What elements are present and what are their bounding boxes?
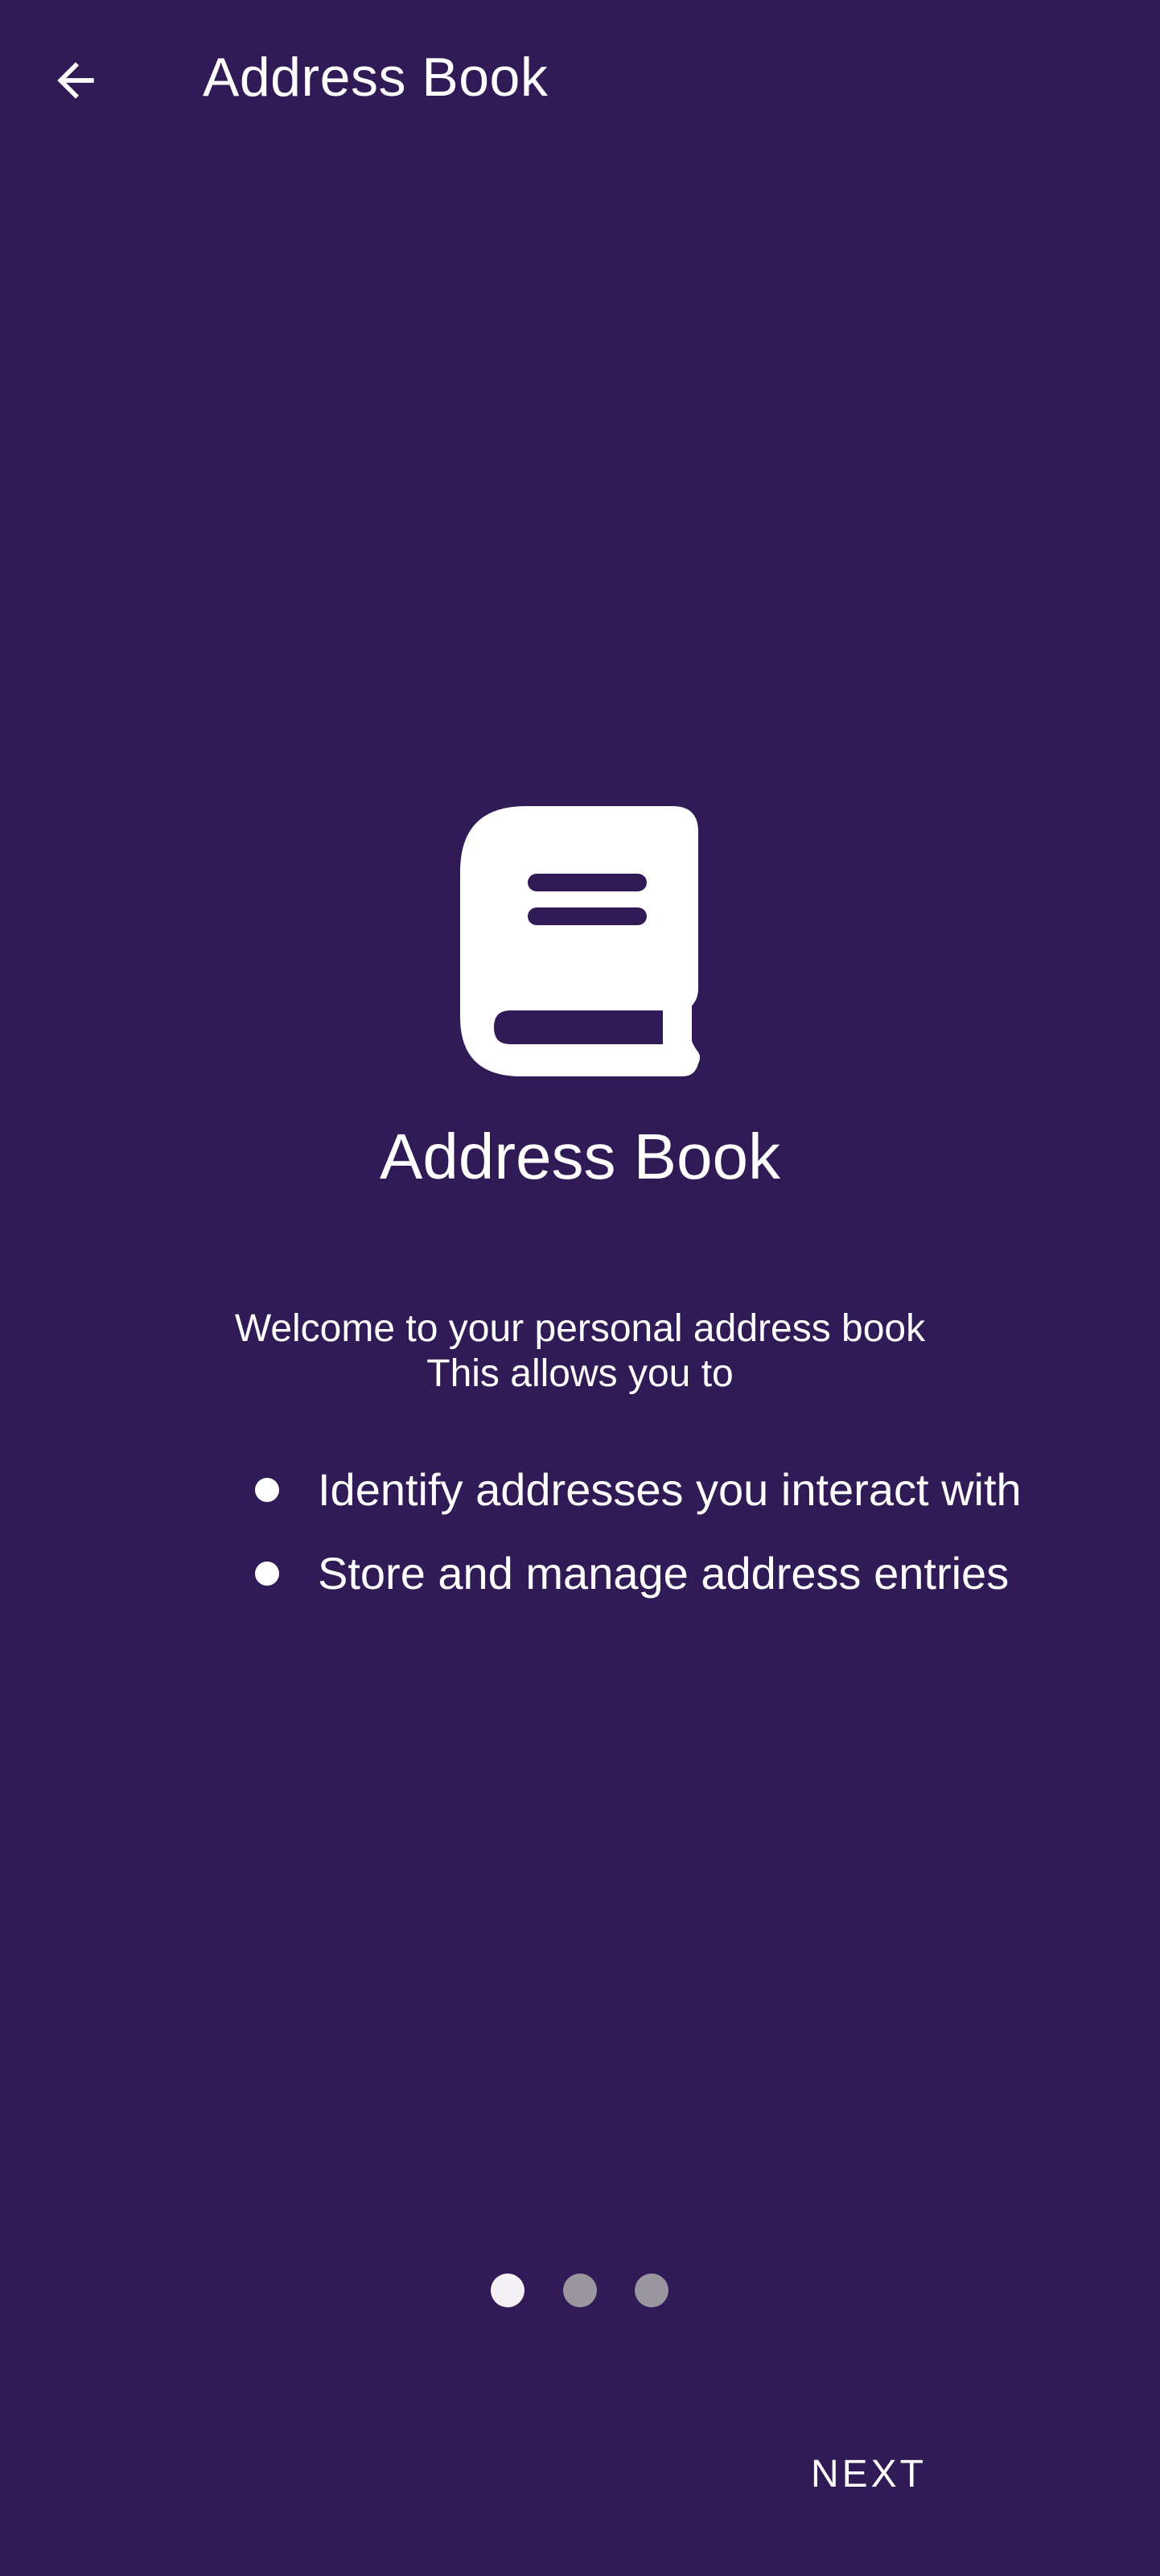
feature-text: Identify addresses you interact with — [318, 1464, 1022, 1515]
welcome-line-2: This allows you to — [426, 1352, 734, 1395]
welcome-text: Welcome to your personal address book Th… — [0, 1307, 1160, 1397]
book-icon — [460, 806, 700, 1076]
page-indicator — [0, 2274, 1160, 2309]
welcome-line-1: Welcome to your personal address book — [234, 1307, 926, 1350]
bullet-icon — [255, 1478, 279, 1502]
onboarding-screen: Address Book Address Book Welcome to you… — [0, 0, 1160, 2576]
feature-item: Store and manage address entries — [249, 1532, 1134, 1615]
back-button[interactable] — [42, 47, 109, 114]
page-dot-1[interactable] — [491, 2274, 524, 2307]
next-button[interactable]: NEXT — [779, 2438, 959, 2510]
feature-list: Identify addresses you interact with Sto… — [249, 1448, 1134, 1615]
bullet-icon — [255, 1562, 279, 1586]
page-dot-2[interactable] — [563, 2274, 597, 2307]
page-dot-3[interactable] — [635, 2274, 668, 2307]
arrow-back-icon — [57, 62, 94, 99]
app-bar-title: Address Book — [203, 47, 549, 108]
feature-item: Identify addresses you interact with — [249, 1448, 1134, 1532]
hero-title: Address Book — [379, 1121, 781, 1192]
app-bar: Address Book — [0, 0, 1160, 158]
feature-text: Store and manage address entries — [318, 1548, 1010, 1599]
